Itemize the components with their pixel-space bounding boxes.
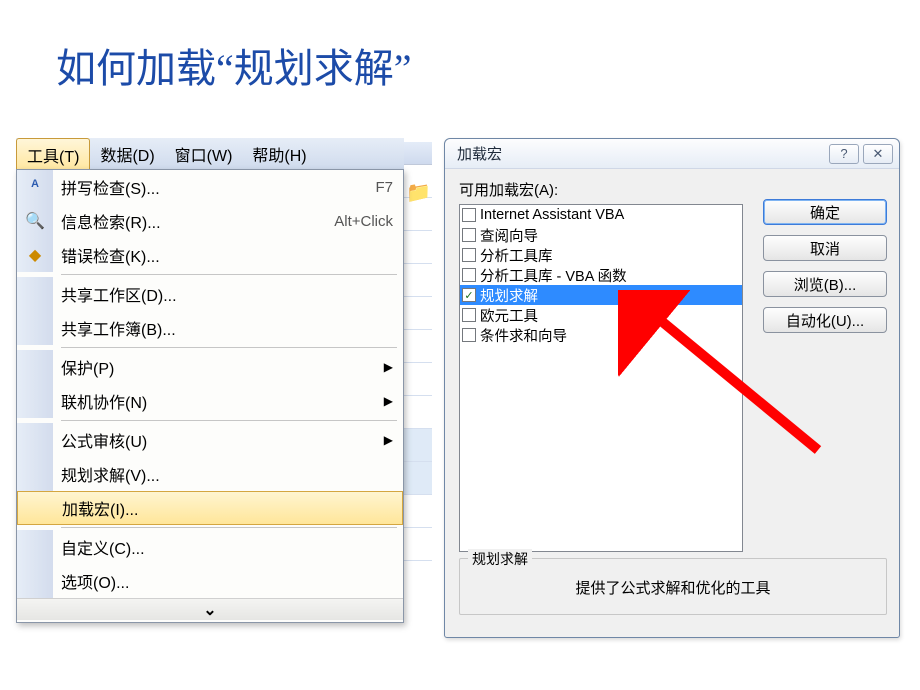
- checkbox[interactable]: [462, 268, 476, 282]
- addin-item[interactable]: 查阅向导: [460, 225, 742, 245]
- menu-item-label: 共享工作簿(B)...: [61, 316, 393, 340]
- menu-window-label: 窗口(W): [175, 148, 233, 165]
- menu-item-label: 自定义(C)...: [61, 535, 393, 559]
- addin-item[interactable]: 分析工具库: [460, 245, 742, 265]
- menu-item-protection[interactable]: 保护(P) ▶: [17, 350, 403, 384]
- menu-item-label: 公式审核(U): [61, 428, 384, 452]
- available-addins-label: 可用加载宏(A):: [459, 179, 753, 200]
- menu-item-spellcheck[interactable]: ᴬ 拼写检查(S)... F7: [17, 170, 403, 204]
- addin-detail-title: 规划求解: [468, 549, 532, 569]
- menu-item-label: 保护(P): [61, 355, 384, 379]
- checkbox[interactable]: [462, 208, 476, 222]
- menu-item-label: 共享工作区(D)...: [61, 282, 393, 306]
- menu-data-label: 数据(D): [100, 148, 154, 165]
- submenu-arrow-icon: ▶: [384, 394, 393, 408]
- errorcheck-icon: ◆: [29, 245, 41, 265]
- menu-item-label: 拼写检查(S)...: [61, 175, 375, 199]
- menu-item-formula-audit[interactable]: 公式审核(U) ▶: [17, 423, 403, 457]
- menu-expand-button[interactable]: ⌄: [17, 598, 403, 620]
- menu-item-customize[interactable]: 自定义(C)...: [17, 530, 403, 564]
- addins-dialog: 加载宏 ? ✕ 可用加载宏(A): Internet Assistant VBA…: [444, 138, 900, 638]
- addin-detail-group: 规划求解 提供了公式求解和优化的工具: [459, 558, 887, 615]
- addin-item[interactable]: Internet Assistant VBA: [460, 205, 742, 225]
- menu-tools-label: 工具(T): [27, 149, 79, 166]
- addin-label: Internet Assistant VBA: [480, 207, 624, 223]
- browse-button[interactable]: 浏览(B)...: [763, 271, 887, 297]
- research-icon: 🔍: [25, 211, 45, 231]
- addin-label: 分析工具库: [480, 245, 553, 266]
- menu-item-label: 选项(O)...: [61, 569, 393, 593]
- addins-listbox[interactable]: Internet Assistant VBA 查阅向导 分析工具库 分析工具库 …: [459, 204, 743, 552]
- automation-button-label: 自动化(U)...: [786, 310, 864, 331]
- spellcheck-icon: ᴬ: [31, 178, 39, 196]
- checkbox[interactable]: [462, 308, 476, 322]
- menu-item-errorcheck[interactable]: ◆ 错误检查(K)...: [17, 238, 403, 272]
- toolbar-peek: [404, 142, 432, 165]
- checkbox[interactable]: [462, 228, 476, 242]
- menu-separator: [61, 420, 397, 421]
- submenu-arrow-icon: ▶: [384, 360, 393, 374]
- addin-label: 分析工具库 - VBA 函数: [480, 265, 627, 286]
- menu-separator: [61, 527, 397, 528]
- menu-item-share-workspace[interactable]: 共享工作区(D)...: [17, 277, 403, 311]
- menu-separator: [61, 347, 397, 348]
- menu-help-label: 帮助(H): [252, 148, 306, 165]
- menu-separator: [61, 274, 397, 275]
- worksheet-background: [404, 165, 432, 665]
- menu-item-label: 错误检查(K)...: [61, 243, 393, 267]
- dialog-title: 加载宏: [457, 143, 825, 164]
- addin-item[interactable]: 欧元工具: [460, 305, 742, 325]
- toolbar-folder-icon: 📁: [406, 180, 431, 205]
- addin-item-solver[interactable]: ✓ 规划求解: [460, 285, 742, 305]
- menu-item-collab[interactable]: 联机协作(N) ▶: [17, 384, 403, 418]
- menu-item-options[interactable]: 选项(O)...: [17, 564, 403, 598]
- addin-label: 查阅向导: [480, 225, 538, 246]
- help-icon: ?: [840, 146, 847, 161]
- ok-button[interactable]: 确定: [763, 199, 887, 225]
- addin-detail-description: 提供了公式求解和优化的工具: [468, 577, 878, 598]
- menu-item-shortcut: F7: [375, 179, 393, 196]
- dialog-titlebar[interactable]: 加载宏 ? ✕: [445, 139, 899, 169]
- menu-item-addins[interactable]: 加载宏(I)...: [17, 491, 403, 525]
- page-title: 如何加载“规划求解”: [56, 36, 412, 94]
- tools-dropdown: ᴬ 拼写检查(S)... F7 🔍 信息检索(R)... Alt+Click ◆…: [16, 169, 404, 623]
- automation-button[interactable]: 自动化(U)...: [763, 307, 887, 333]
- checkbox-checked[interactable]: ✓: [462, 288, 476, 302]
- menu-data[interactable]: 数据(D): [90, 138, 164, 173]
- menu-item-research[interactable]: 🔍 信息检索(R)... Alt+Click: [17, 204, 403, 238]
- browse-button-label: 浏览(B)...: [794, 274, 857, 295]
- addin-label: 欧元工具: [480, 305, 538, 326]
- addin-item[interactable]: 条件求和向导: [460, 325, 742, 345]
- menu-item-label: 加载宏(I)...: [62, 496, 392, 520]
- addin-label: 规划求解: [480, 285, 538, 306]
- menu-item-share-workbook[interactable]: 共享工作簿(B)...: [17, 311, 403, 345]
- menu-item-shortcut: Alt+Click: [334, 213, 393, 230]
- menu-item-solver[interactable]: 规划求解(V)...: [17, 457, 403, 491]
- checkbox[interactable]: [462, 328, 476, 342]
- menu-item-label: 规划求解(V)...: [61, 462, 393, 486]
- menu-item-label: 联机协作(N): [61, 389, 384, 413]
- submenu-arrow-icon: ▶: [384, 433, 393, 447]
- ok-button-label: 确定: [810, 202, 840, 223]
- close-icon: ✕: [873, 146, 884, 162]
- addin-label: 条件求和向导: [480, 325, 567, 346]
- chevron-down-icon: ⌄: [203, 600, 216, 620]
- addin-item[interactable]: 分析工具库 - VBA 函数: [460, 265, 742, 285]
- cancel-button-label: 取消: [810, 238, 840, 259]
- menu-help[interactable]: 帮助(H): [242, 138, 316, 173]
- menu-tools[interactable]: 工具(T): [16, 138, 90, 173]
- menu-window[interactable]: 窗口(W): [165, 138, 243, 173]
- dialog-help-button[interactable]: ?: [829, 144, 859, 164]
- menu-item-label: 信息检索(R)...: [61, 209, 334, 233]
- cancel-button[interactable]: 取消: [763, 235, 887, 261]
- checkbox[interactable]: [462, 248, 476, 262]
- dialog-close-button[interactable]: ✕: [863, 144, 893, 164]
